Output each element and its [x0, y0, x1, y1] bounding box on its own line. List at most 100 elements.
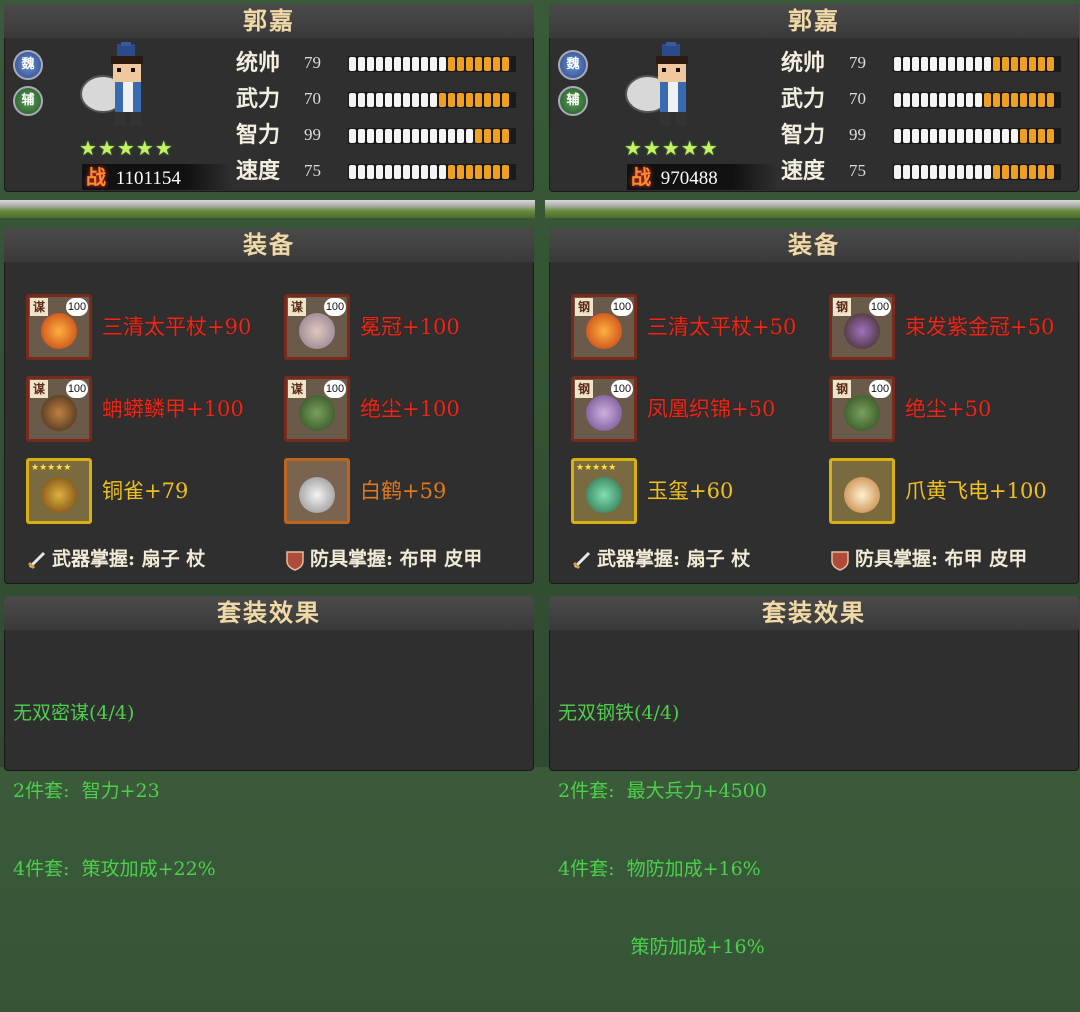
stat-command: 统帅 79 — [236, 48, 536, 78]
shield-icon — [286, 551, 304, 571]
stat-bar-segment — [349, 129, 356, 143]
item-frame[interactable]: 谋 100 — [284, 294, 350, 360]
hero-card-left: 郭嘉 魏 辅 ★★★★★ 战 1101154 统帅 79 武力 70 智力 99… — [0, 0, 536, 880]
stat-bar-segment — [966, 165, 973, 179]
equip-slot-mount[interactable]: 白鹤+59 — [284, 458, 534, 524]
equip-slot-boots[interactable]: 钢 100 绝尘+50 — [829, 376, 1079, 442]
stat-bar-segment — [430, 93, 437, 107]
stat-bar-segment — [1047, 165, 1054, 179]
stat-bar-segment — [475, 93, 482, 107]
item-frame[interactable]: 钢 100 — [829, 294, 895, 360]
stat-bar-segment — [457, 57, 464, 71]
stat-bar-segment — [1029, 165, 1036, 179]
item-name: 凤凰织锦+50 — [647, 397, 776, 421]
stat-bar-segment — [349, 57, 356, 71]
equip-slot-weapon[interactable]: 谋 100 三清太平杖+90 — [26, 294, 276, 360]
combat-power: 战 1101154 — [82, 164, 232, 190]
item-level: 100 — [869, 298, 891, 316]
item-name: 爪黄飞电+100 — [905, 479, 1047, 503]
set-name: 无双密谋(4/4) — [13, 702, 135, 724]
equip-slot-boots[interactable]: 谋 100 绝尘+100 — [284, 376, 534, 442]
bird-icon — [41, 477, 77, 513]
weapon-mastery: 武器掌握: 扇子 杖 — [26, 544, 205, 574]
stat-bar-segment — [493, 165, 500, 179]
stat-bar — [348, 128, 516, 144]
set-bonus-line: 2件套: 智力+23 — [13, 780, 160, 802]
item-level: 100 — [66, 298, 88, 316]
stat-bar-segment — [957, 165, 964, 179]
stat-bar-segment — [358, 165, 365, 179]
equipment-panel: 装备 钢 100 三清太平杖+50 钢 100 束发紫金冠+50 钢 100 凤… — [549, 228, 1079, 584]
stat-intelligence: 智力 99 — [236, 120, 536, 150]
item-frame[interactable] — [829, 458, 895, 524]
item-frame[interactable]: 谋 100 — [284, 376, 350, 442]
item-type-tag: 钢 — [833, 298, 851, 316]
stat-value: 70 — [304, 89, 321, 108]
equip-slot-helmet[interactable]: 谋 100 冕冠+100 — [284, 294, 534, 360]
stat-bar-segment — [394, 93, 401, 107]
item-frame[interactable]: 钢 100 — [571, 376, 637, 442]
stat-value: 79 — [849, 53, 866, 72]
stat-bar-segment — [430, 165, 437, 179]
weapon-mastery-text: 武器掌握: 扇子 杖 — [597, 548, 751, 570]
robe-icon — [586, 395, 622, 431]
stat-bar-segment — [448, 93, 455, 107]
stat-bar-segment — [475, 129, 482, 143]
stat-bar-segment — [1047, 93, 1054, 107]
stat-bar-segment — [475, 165, 482, 179]
equip-slot-treasure[interactable]: ★★★★★ 铜雀+79 — [26, 458, 276, 524]
stat-bar-segment — [385, 165, 392, 179]
item-frame[interactable] — [284, 458, 350, 524]
item-frame[interactable]: 谋 100 — [26, 376, 92, 442]
stat-bar-segment — [502, 129, 509, 143]
stat-bar-segment — [466, 129, 473, 143]
stat-bar-segment — [457, 165, 464, 179]
stat-bar-segment — [993, 57, 1000, 71]
stat-bar-segment — [349, 93, 356, 107]
item-name: 白鹤+59 — [360, 479, 447, 503]
stat-bar-segment — [385, 93, 392, 107]
equip-slot-treasure[interactable]: ★★★★★ 玉玺+60 — [571, 458, 821, 524]
stat-bar-segment — [894, 129, 901, 143]
set-bonus-line: 2件套: 最大兵力+4500 — [558, 780, 767, 802]
equip-slot-weapon[interactable]: 钢 100 三清太平杖+50 — [571, 294, 821, 360]
stat-bar-segment — [421, 129, 428, 143]
stat-bar-segment — [1047, 57, 1054, 71]
stat-command: 统帅 79 — [781, 48, 1080, 78]
item-frame[interactable]: 钢 100 — [571, 294, 637, 360]
stat-bar-segment — [975, 57, 982, 71]
equipment-title: 装备 — [4, 228, 534, 262]
item-frame[interactable]: ★★★★★ — [26, 458, 92, 524]
stat-bar-segment — [948, 165, 955, 179]
set-bonus-line: 4件套: 物防加成+16% — [558, 858, 761, 880]
item-frame[interactable]: ★★★★★ — [571, 458, 637, 524]
equip-slot-mount[interactable]: 爪黄飞电+100 — [829, 458, 1079, 524]
stat-bar-segment — [993, 165, 1000, 179]
equip-slot-armor[interactable]: 钢 100 凤凰织锦+50 — [571, 376, 821, 442]
item-name: 蚺蟒鳞甲+100 — [102, 397, 244, 421]
stat-bar-segment — [430, 129, 437, 143]
stat-bar-segment — [475, 57, 482, 71]
stat-bar-segment — [457, 93, 464, 107]
stat-bar-segment — [975, 165, 982, 179]
equip-slot-helmet[interactable]: 钢 100 束发紫金冠+50 — [829, 294, 1079, 360]
stat-bar-segment — [448, 165, 455, 179]
stat-bar-segment — [367, 57, 374, 71]
stat-value: 75 — [304, 161, 321, 180]
equip-slot-armor[interactable]: 谋 100 蚺蟒鳞甲+100 — [26, 376, 276, 442]
armor-icon — [41, 395, 77, 431]
star-rating: ★★★★★ — [624, 136, 719, 160]
stat-label: 速度 — [781, 158, 826, 184]
set-effect-lines: 无双密谋(4/4) 2件套: 智力+23 4件套: 策攻加成+22% — [13, 648, 216, 934]
item-frame[interactable]: 钢 100 — [829, 376, 895, 442]
item-stars: ★★★★★ — [31, 463, 72, 473]
stat-bar-segment — [1029, 93, 1036, 107]
item-frame[interactable]: 谋 100 — [26, 294, 92, 360]
stat-label: 武力 — [236, 86, 281, 112]
stat-bar-segment — [484, 57, 491, 71]
stat-bar-segment — [493, 93, 500, 107]
stat-value: 75 — [849, 161, 866, 180]
role-support-icon: 辅 — [13, 86, 43, 116]
stat-bar-segment — [412, 129, 419, 143]
stat-bar-segment — [466, 165, 473, 179]
